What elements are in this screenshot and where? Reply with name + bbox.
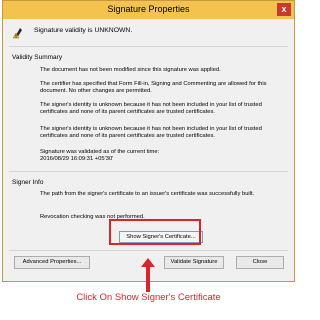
arrow-up-icon bbox=[141, 258, 155, 292]
annotation-caption: Click On Show Signer's Certificate bbox=[76, 292, 221, 303]
advanced-properties-button[interactable]: Advanced Properties... bbox=[14, 256, 90, 269]
validity-summary-label: Validity Summary bbox=[12, 54, 63, 61]
status-text: Signature validity is UNKNOWN. bbox=[34, 27, 133, 34]
window-title: Signature Properties bbox=[107, 4, 190, 14]
close-button[interactable]: Close bbox=[236, 256, 284, 269]
warning-pen-icon bbox=[12, 28, 22, 39]
highlight-box bbox=[109, 219, 201, 245]
validity-paragraph-modified: The document has not been modified since… bbox=[40, 67, 221, 73]
validity-paragraph-certifier: The certifier has specified that Form Fi… bbox=[40, 81, 267, 95]
close-window-icon[interactable]: x bbox=[277, 3, 291, 16]
divider bbox=[9, 250, 288, 251]
validity-paragraph-identity-2: The signer's identity is unknown because… bbox=[40, 126, 262, 140]
divider bbox=[9, 171, 288, 172]
divider bbox=[9, 46, 288, 47]
validity-paragraph-identity-1: The signer's identity is unknown because… bbox=[40, 102, 262, 116]
signer-paragraph-path: The path from the signer's certificate t… bbox=[40, 191, 255, 197]
title-bar: Signature Properties x bbox=[3, 1, 294, 19]
signer-info-label: Signer Info bbox=[12, 179, 44, 186]
validate-signature-button[interactable]: Validate Signature bbox=[164, 256, 224, 269]
validity-paragraph-timestamp: Signature was validated as of the curren… bbox=[40, 149, 160, 163]
